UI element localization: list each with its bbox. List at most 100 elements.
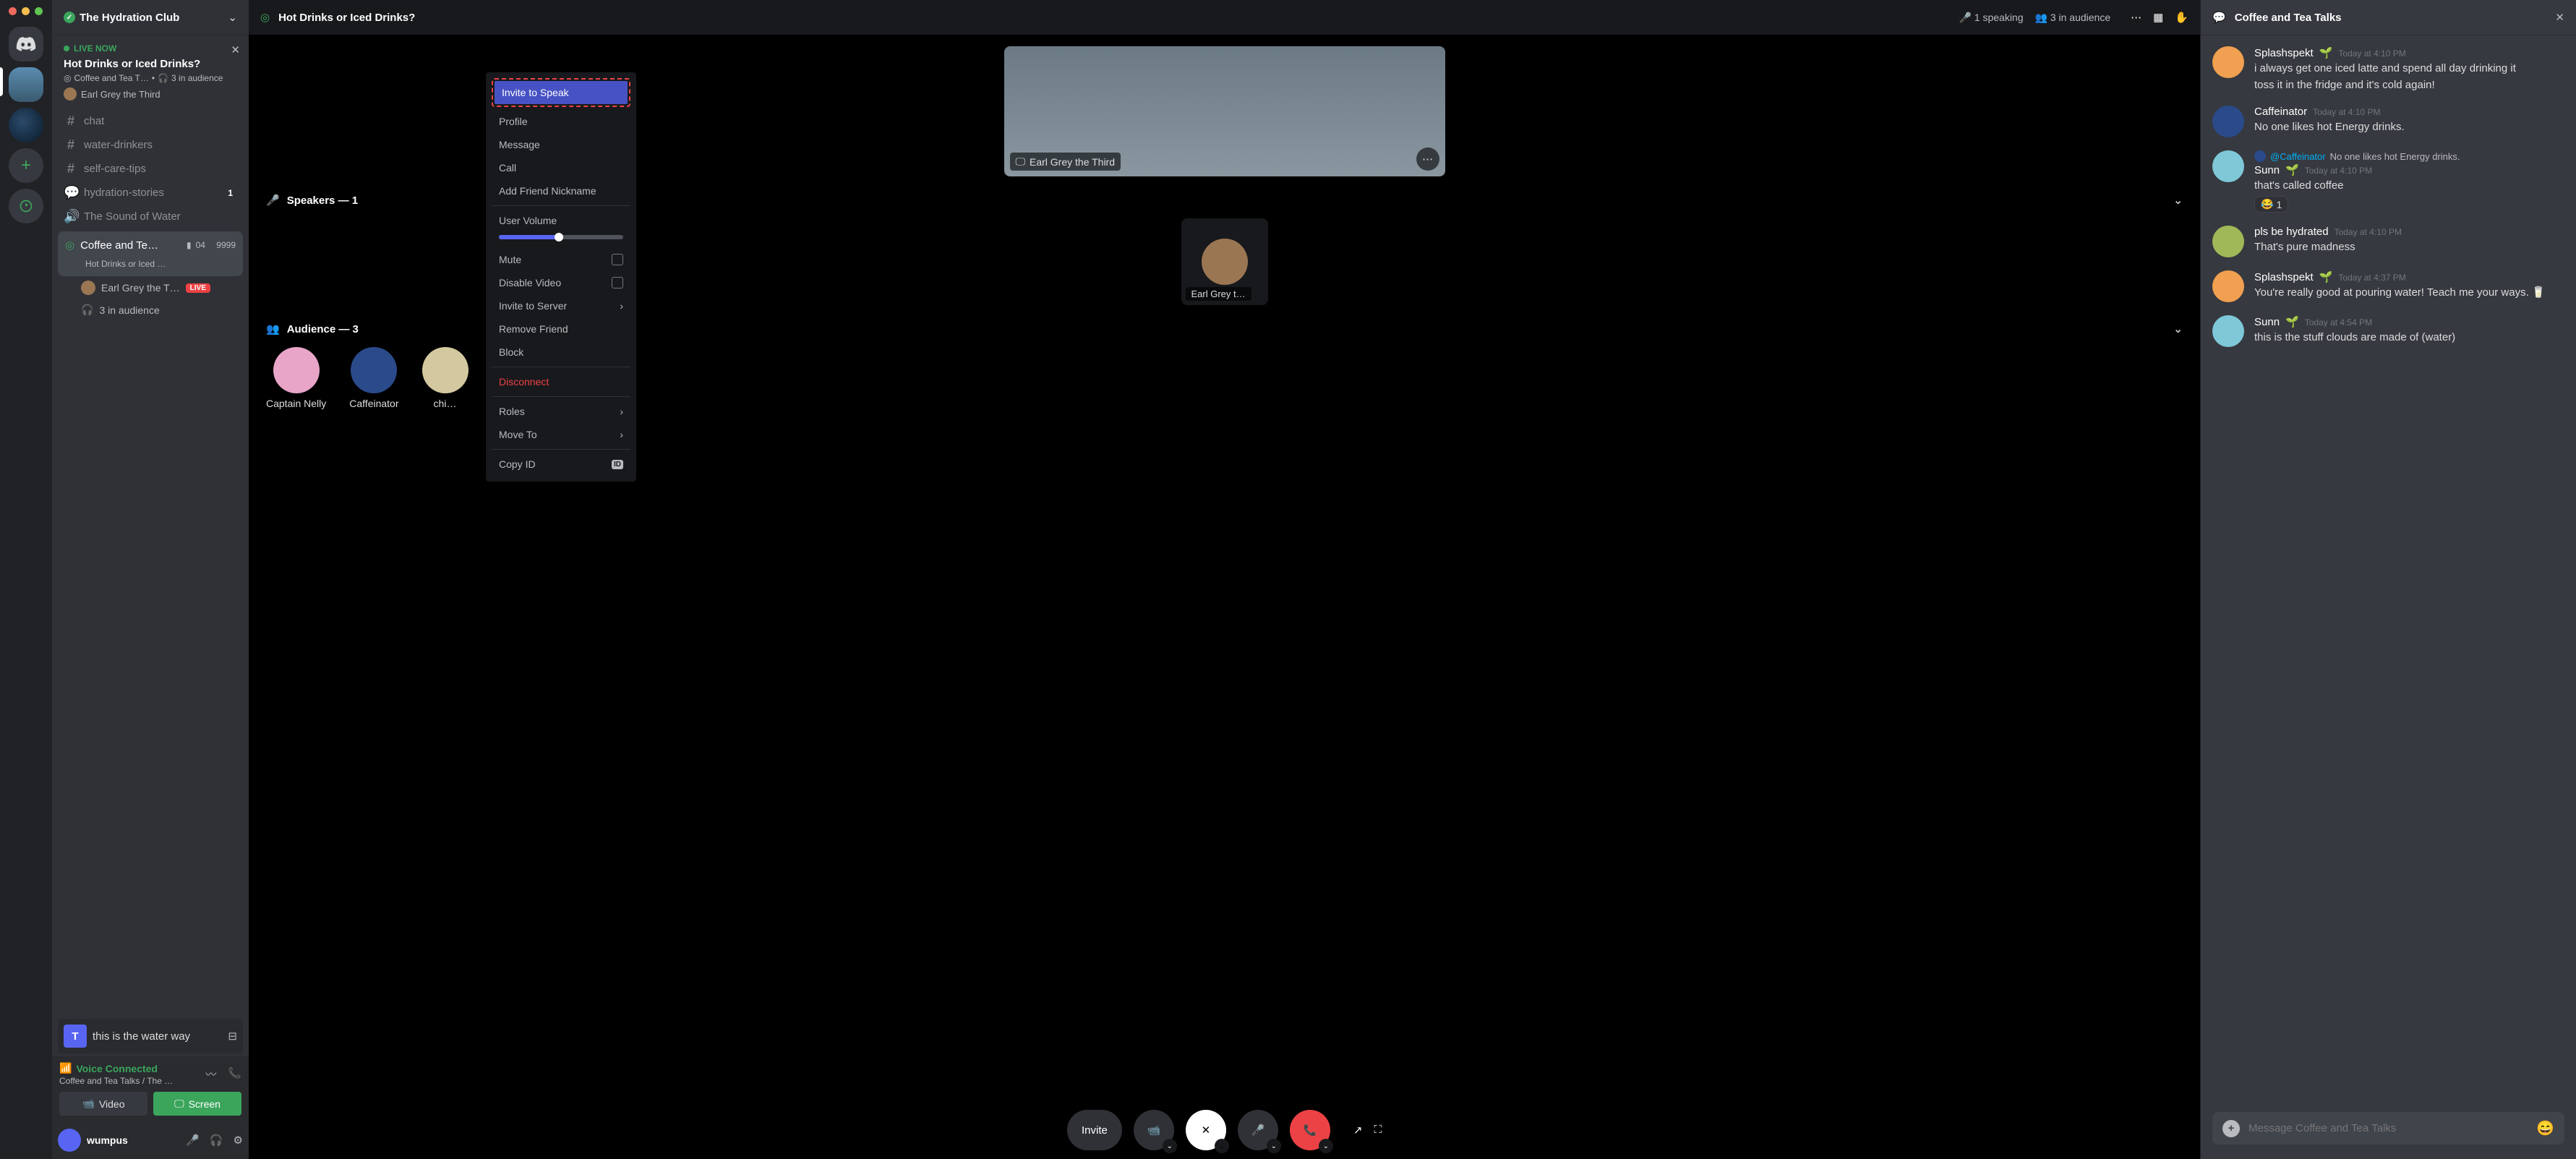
people-icon: 👥	[266, 322, 280, 335]
message-author[interactable]: Sunn	[2254, 316, 2280, 328]
leave-stage-button[interactable]: ✕⌄	[1186, 1110, 1226, 1150]
now-playing-card[interactable]: T this is the water way ⊟	[58, 1019, 243, 1053]
stage-audience-count[interactable]: 🎧 3 in audience	[75, 299, 243, 320]
settings-icon[interactable]: ⚙	[234, 1134, 243, 1147]
user-name[interactable]: wumpus	[87, 1134, 180, 1146]
disconnect-option[interactable]: Disconnect	[492, 370, 630, 393]
unread-badge: 1	[223, 188, 237, 198]
server-2[interactable]	[9, 108, 43, 142]
reply-reference[interactable]: @Caffeinator No one likes hot Energy dri…	[2254, 150, 2564, 162]
user-context-menu: Invite to Speak Profile Message Call Add…	[486, 72, 636, 482]
reaction[interactable]: 😂 1	[2254, 196, 2288, 213]
channel-hydration-stories[interactable]: 💬hydration-stories1	[58, 181, 243, 205]
invite-to-speak[interactable]: Invite to Speak	[495, 81, 628, 104]
channel-self-care-tips[interactable]: #self-care-tips	[58, 157, 243, 181]
fullscreen-icon[interactable]: ⛶	[1374, 1124, 1382, 1137]
avatar[interactable]	[2212, 226, 2244, 257]
live-label: LIVE NOW	[64, 43, 237, 54]
block-option[interactable]: Block	[492, 341, 630, 364]
hash-icon: #	[64, 137, 78, 153]
minimize-window[interactable]	[22, 7, 30, 15]
close-window[interactable]	[9, 7, 17, 15]
avatar[interactable]	[2212, 46, 2244, 78]
deafen-icon[interactable]: 🎧	[210, 1134, 223, 1147]
message-author[interactable]: Caffeinator	[2254, 106, 2307, 118]
remove-friend-option[interactable]: Remove Friend	[492, 317, 630, 341]
noise-suppression-icon[interactable]: 〰	[205, 1066, 216, 1082]
move-to-option[interactable]: Move To›	[492, 423, 630, 446]
chevron-down-icon[interactable]: ⌄	[1215, 1139, 1229, 1153]
close-icon[interactable]: ✕	[2555, 11, 2564, 24]
invite-button[interactable]: Invite	[1067, 1110, 1122, 1150]
checkbox[interactable]	[612, 277, 623, 288]
add-server-button[interactable]: +	[9, 148, 43, 183]
message-text: i always get one iced latte and spend al…	[2254, 61, 2564, 76]
avatar[interactable]	[2212, 315, 2244, 347]
chevron-down-icon: ⌄	[2173, 194, 2183, 207]
close-icon[interactable]: ✕	[231, 43, 240, 56]
speaker-tile[interactable]: Earl Grey t…	[1181, 218, 1268, 305]
message-author[interactable]: Splashspekt	[2254, 271, 2314, 283]
avatar[interactable]	[2212, 106, 2244, 137]
live-now-card[interactable]: ✕ LIVE NOW Hot Drinks or Iced Drinks? ◎C…	[52, 35, 249, 109]
roles-option[interactable]: Roles›	[492, 400, 630, 423]
avatar[interactable]	[2212, 150, 2244, 182]
message-option[interactable]: Message	[492, 133, 630, 156]
mic-toggle[interactable]: 🎤⌄	[1238, 1110, 1278, 1150]
attach-button[interactable]: +	[2222, 1120, 2240, 1137]
message-text: this is the stuff clouds are made of (wa…	[2254, 330, 2564, 345]
popout-icon[interactable]: ↗	[1353, 1124, 1363, 1137]
server-hydration-club[interactable]	[9, 67, 43, 102]
message-time: Today at 4:10 PM	[2335, 227, 2402, 237]
live-badge: LIVE	[186, 283, 210, 293]
screen-share-button[interactable]: 🖵Screen	[153, 1092, 241, 1116]
channel-sound-of-water[interactable]: 🔊The Sound of Water	[58, 205, 243, 228]
channel-water-drinkers[interactable]: #water-drinkers	[58, 133, 243, 157]
avatar[interactable]	[2212, 270, 2244, 302]
audience-member[interactable]: Caffeinator	[349, 347, 398, 409]
server-header[interactable]: ✓The Hydration Club ⌄	[52, 0, 249, 35]
message-author[interactable]: Sunn	[2254, 164, 2280, 176]
hash-icon: #	[64, 161, 78, 176]
audience-member[interactable]: Captain Nelly	[266, 347, 326, 409]
disconnect-button[interactable]: 📞⌄	[1290, 1110, 1330, 1150]
user-avatar[interactable]	[58, 1129, 81, 1152]
chevron-down-icon[interactable]: ⌄	[1267, 1139, 1281, 1153]
more-icon[interactable]: ⋯	[2131, 11, 2141, 24]
profile-option[interactable]: Profile	[492, 110, 630, 133]
message-input[interactable]	[2248, 1122, 2528, 1134]
stage-member-earl-grey[interactable]: Earl Grey the T… LIVE	[75, 276, 243, 299]
speaker-video-tile[interactable]: 🖵Earl Grey the Third ⋯	[1004, 46, 1445, 176]
headphones-icon: 🎧	[158, 73, 168, 83]
mute-icon[interactable]: 🎤	[186, 1134, 200, 1147]
message-author[interactable]: Splashspekt	[2254, 47, 2314, 59]
message-author[interactable]: pls be hydrated	[2254, 226, 2329, 238]
checkbox[interactable]	[612, 254, 623, 265]
invite-to-server-option[interactable]: Invite to Server›	[492, 294, 630, 317]
badge-icon: 🌱	[2285, 315, 2299, 328]
add-nickname-option[interactable]: Add Friend Nickname	[492, 179, 630, 202]
channel-chat[interactable]: #chat	[58, 109, 243, 133]
window-controls	[9, 7, 43, 15]
close-icon[interactable]: ⊟	[228, 1030, 237, 1043]
disable-video-option[interactable]: Disable Video	[492, 271, 630, 294]
copy-id-option[interactable]: Copy IDID	[492, 453, 630, 476]
explore-servers-button[interactable]	[9, 189, 43, 223]
user-volume-slider[interactable]	[492, 232, 630, 248]
home-button[interactable]	[9, 27, 43, 61]
video-more-button[interactable]: ⋯	[1416, 147, 1439, 171]
emoji-picker-icon[interactable]: 😄	[2536, 1119, 2554, 1137]
call-option[interactable]: Call	[492, 156, 630, 179]
grid-icon[interactable]: ▦	[2153, 11, 2163, 24]
hand-icon[interactable]: ✋	[2175, 11, 2188, 24]
channel-stage-coffee-tea[interactable]: ◎ Coffee and Te… ▮04 9999 Hot Drinks or …	[58, 231, 243, 276]
chevron-down-icon[interactable]: ⌄	[1319, 1139, 1333, 1153]
maximize-window[interactable]	[35, 7, 43, 15]
video-button[interactable]: 📹Video	[59, 1092, 147, 1116]
video-toggle[interactable]: 📹⌄	[1134, 1110, 1174, 1150]
chevron-down-icon[interactable]: ⌄	[1163, 1139, 1177, 1153]
audience-member[interactable]: chi…	[422, 347, 468, 409]
mute-option[interactable]: Mute	[492, 248, 630, 271]
disconnect-icon[interactable]: 📞	[228, 1066, 241, 1082]
chat-messages[interactable]: Splashspekt 🌱 Today at 4:10 PM i always ge…	[2201, 35, 2576, 1112]
